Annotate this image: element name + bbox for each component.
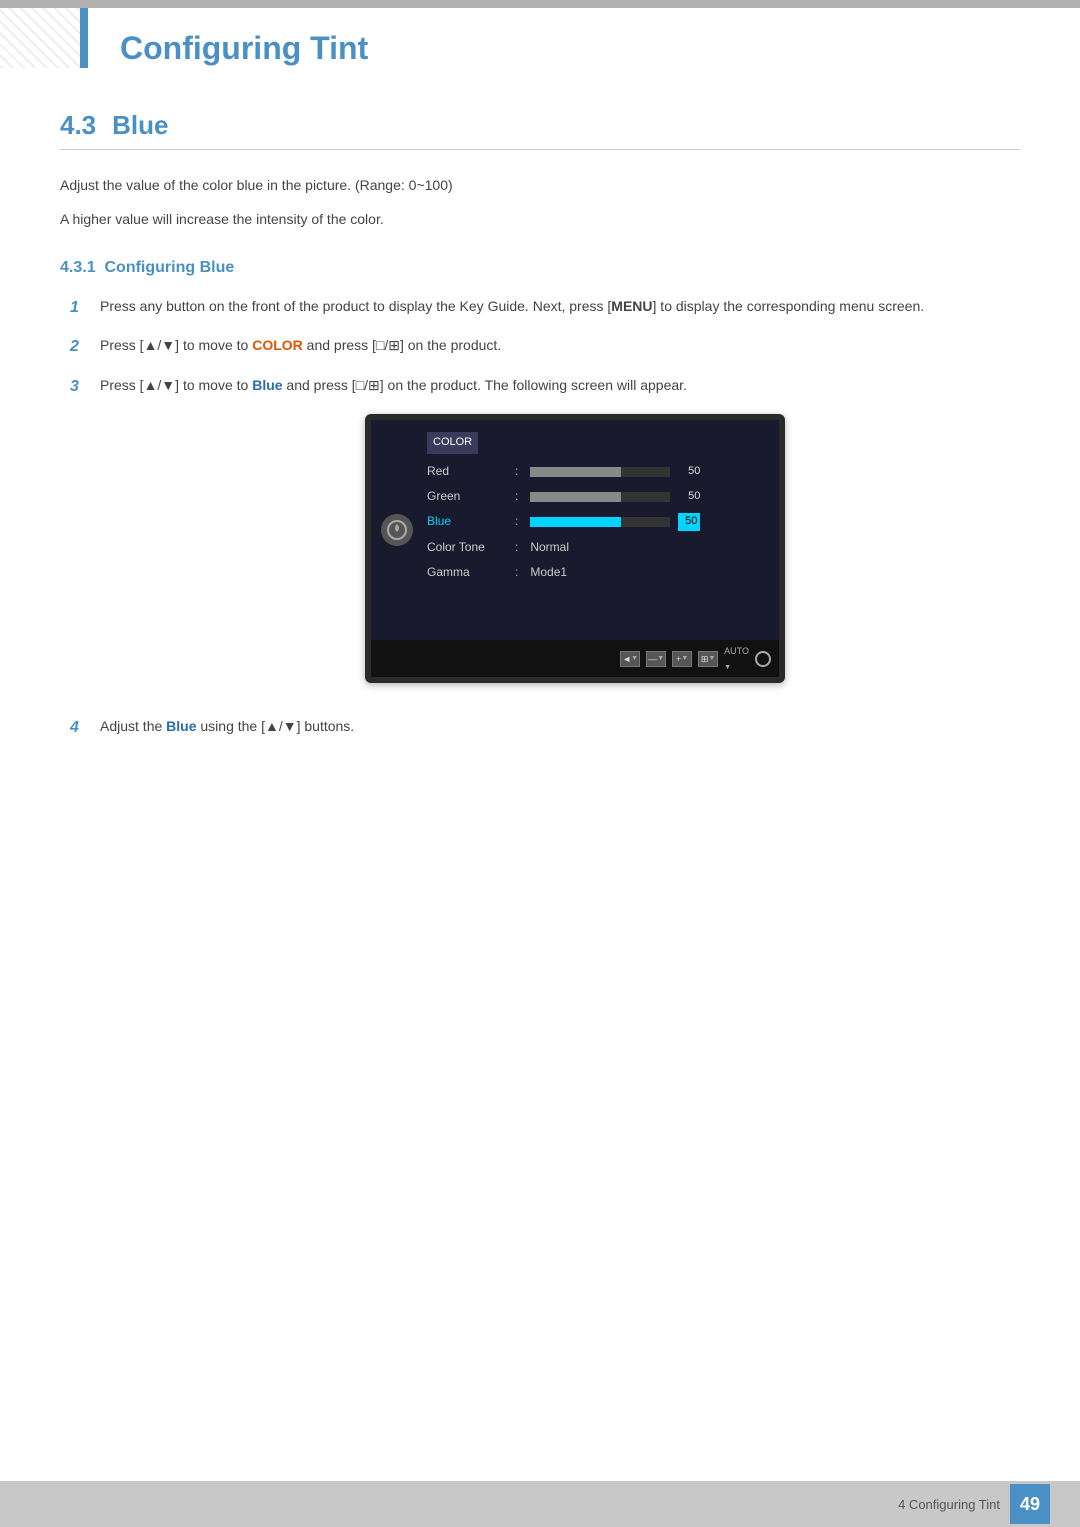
color-keyword: COLOR [252,337,303,353]
blue-bar-fill [530,517,621,527]
step-3-number: 3 [70,374,88,400]
toolbar-btn-left: ◄▼ [620,651,640,667]
step-4: 4 Adjust the Blue using the [▲/▼] button… [70,715,1020,741]
monitor-icon [381,514,413,546]
section-title: Blue [112,110,168,141]
red-value: 50 [678,463,700,481]
gamma-value: Mode1 [530,563,567,582]
footer-text: 4 Configuring Tint [898,1497,1000,1512]
subsection-heading: 4.3.1 Configuring Blue [60,259,1020,277]
subsection-title: Configuring Blue [104,259,234,276]
step-1-number: 1 [70,295,88,321]
toolbar-btn-plus: +▼ [672,651,692,667]
top-stripe [0,0,1080,8]
page-title-area: Configuring Tint [120,8,1040,88]
accent-bar [80,8,88,68]
step-1: 1 Press any button on the front of the p… [70,295,1020,321]
green-value: 50 [678,488,700,506]
step-3: 3 Press [▲/▼] to move to Blue and press … [70,374,1020,701]
monitor-container: COLOR Red : 50 [130,414,1020,683]
menu-label-blue: Blue [427,512,507,531]
steps-list: 1 Press any button on the front of the p… [60,295,1020,741]
monitor-outer: COLOR Red : 50 [365,414,785,683]
toolbar-btn-enter: ⊞▼ [698,651,718,667]
step-4-text: Adjust the Blue using the [▲/▼] buttons. [100,715,1020,737]
footer-page-number: 49 [1010,1484,1050,1524]
color-menu: COLOR Red : 50 [427,432,763,582]
toolbar-btn-minus: —▼ [646,651,666,667]
blue-bar [530,517,670,527]
section-heading: 4.3 Blue [60,110,1020,150]
red-bar [530,467,670,477]
color-menu-title: COLOR [427,432,478,454]
paragraph-1: Adjust the value of the color blue in th… [60,174,1020,196]
hatch-area [0,8,80,68]
blue-keyword-step4: Blue [166,718,196,734]
green-bar [530,492,670,502]
green-bar-fill [530,492,621,502]
toolbar-auto-label: AUTO▼ [724,644,749,673]
step-2: 2 Press [▲/▼] to move to COLOR and press… [70,334,1020,360]
monitor-screen: COLOR Red : 50 [371,420,779,640]
menu-key: MENU [611,298,652,314]
color-tone-value: Normal [530,538,569,557]
page-title: Configuring Tint [120,30,368,67]
menu-row-red: Red : 50 [427,462,763,481]
step-3-text: Press [▲/▼] to move to Blue and press [□… [100,374,1020,701]
monitor-icon-area [381,514,413,546]
red-bar-fill [530,467,621,477]
menu-row-blue: Blue : 50 [427,512,763,531]
blue-value: 50 [678,513,700,531]
paragraph-2: A higher value will increase the intensi… [60,208,1020,230]
step-2-text: Press [▲/▼] to move to COLOR and press [… [100,334,1020,356]
toolbar-power-btn [755,651,771,667]
menu-row-gamma: Gamma : Mode1 [427,563,763,582]
main-content: 4.3 Blue Adjust the value of the color b… [60,110,1020,1477]
step-1-text: Press any button on the front of the pro… [100,295,1020,317]
step-4-number: 4 [70,715,88,741]
footer: 4 Configuring Tint 49 [0,1481,1080,1527]
menu-label-gamma: Gamma [427,563,507,582]
subsection-number: 4.3.1 [60,259,96,276]
monitor-toolbar: ◄▼ —▼ +▼ ⊞▼ AUTO▼ [371,640,779,677]
blue-keyword: Blue [252,377,282,393]
section-number: 4.3 [60,110,96,141]
menu-row-green: Green : 50 [427,487,763,506]
menu-row-color-tone: Color Tone : Normal [427,538,763,557]
step-2-number: 2 [70,334,88,360]
menu-label-color-tone: Color Tone [427,538,507,557]
menu-label-green: Green [427,487,507,506]
menu-label-red: Red [427,462,507,481]
